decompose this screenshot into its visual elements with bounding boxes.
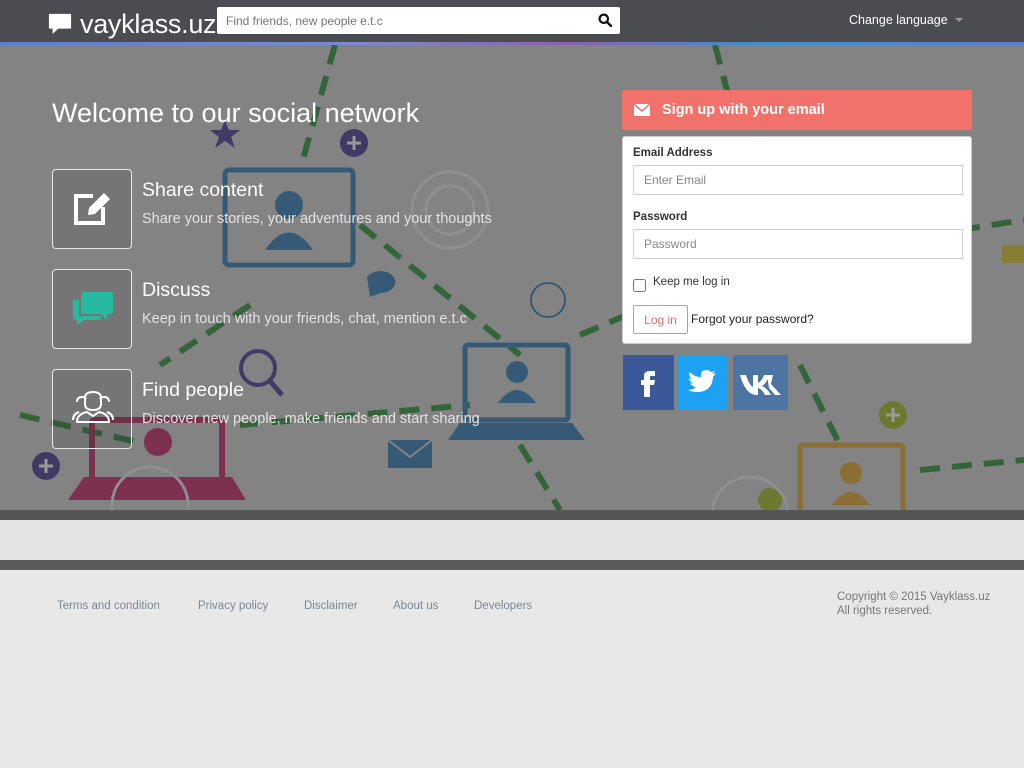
feature-icon-box [52,369,132,449]
search-icon[interactable] [598,13,612,27]
copyright-line-1: Copyright © 2015 Vayklass.uz [837,591,991,603]
vk-icon [733,355,788,410]
feature-title: Share content [142,179,264,201]
copyright-line-2: All rights reserved. [837,605,933,617]
footer-dark-strip [0,560,1024,570]
copyright-text: Copyright © 2015 Vayklass.uz All rights … [837,590,990,618]
footer-link-about[interactable]: About us [393,600,438,612]
footer-link-disclaimer[interactable]: Disclaimer [304,600,358,612]
change-language-dropdown[interactable]: Change language [849,13,963,27]
twitter-login-button[interactable] [677,355,728,410]
feature-title: Discuss [142,279,211,301]
footer-link-terms[interactable]: Terms and condition [57,600,160,612]
site-logo[interactable]: vayklass.uz [46,9,217,39]
feature-description: Keep in touch with your friends, chat, m… [142,311,467,327]
email-label: Email Address [633,147,713,159]
people-icon [72,390,114,423]
forgot-password-link[interactable]: Forgot your password? [691,312,814,326]
keep-logged-in-checkbox[interactable] [633,279,646,292]
feature-icon-box [52,169,132,249]
signup-header-label: Sign up with your email [662,102,825,118]
feature-description: Discover new people, make friends and st… [142,411,480,427]
caret-down-icon [954,18,963,22]
top-navbar: vayklass.uz Change language [0,0,1024,42]
keep-logged-in-label: Keep me log in [653,276,730,288]
facebook-login-button[interactable] [623,355,674,410]
feature-share-content: Share content Share your stories, your a… [52,169,612,249]
password-field[interactable] [633,229,963,259]
signup-with-email-button[interactable]: Sign up with your email [622,90,972,130]
email-field[interactable] [633,165,963,195]
welcome-title: Welcome to our social network [52,98,420,128]
vk-login-button[interactable] [733,355,788,410]
search-input[interactable] [217,7,587,34]
envelope-icon [634,104,650,116]
chat-icon [73,292,113,326]
feature-find-people: Find people Discover new people, make fr… [52,369,612,449]
twitter-icon [677,355,728,410]
page-footer: Terms and condition Privacy policy Discl… [0,570,1024,768]
footer-gray-strip [0,520,1024,560]
change-language-label: Change language [849,13,948,27]
edit-icon [74,193,110,225]
feature-description: Share your stories, your adventures and … [142,211,492,227]
search-bar [217,7,620,34]
speech-bubble-logo-icon [48,13,72,35]
feature-icon-box [52,269,132,349]
login-form: Email Address Password Keep me log in Lo… [622,136,972,344]
login-button[interactable]: Log in [633,305,688,334]
feature-title: Find people [142,379,244,401]
facebook-icon [623,355,674,410]
footer-link-privacy[interactable]: Privacy policy [198,600,268,612]
feature-discuss: Discuss Keep in touch with your friends,… [52,269,612,349]
password-label: Password [633,211,688,223]
logo-text: vayklass.uz [80,9,217,39]
hero-bottom-bar [0,510,1024,520]
footer-link-developers[interactable]: Developers [474,600,532,612]
